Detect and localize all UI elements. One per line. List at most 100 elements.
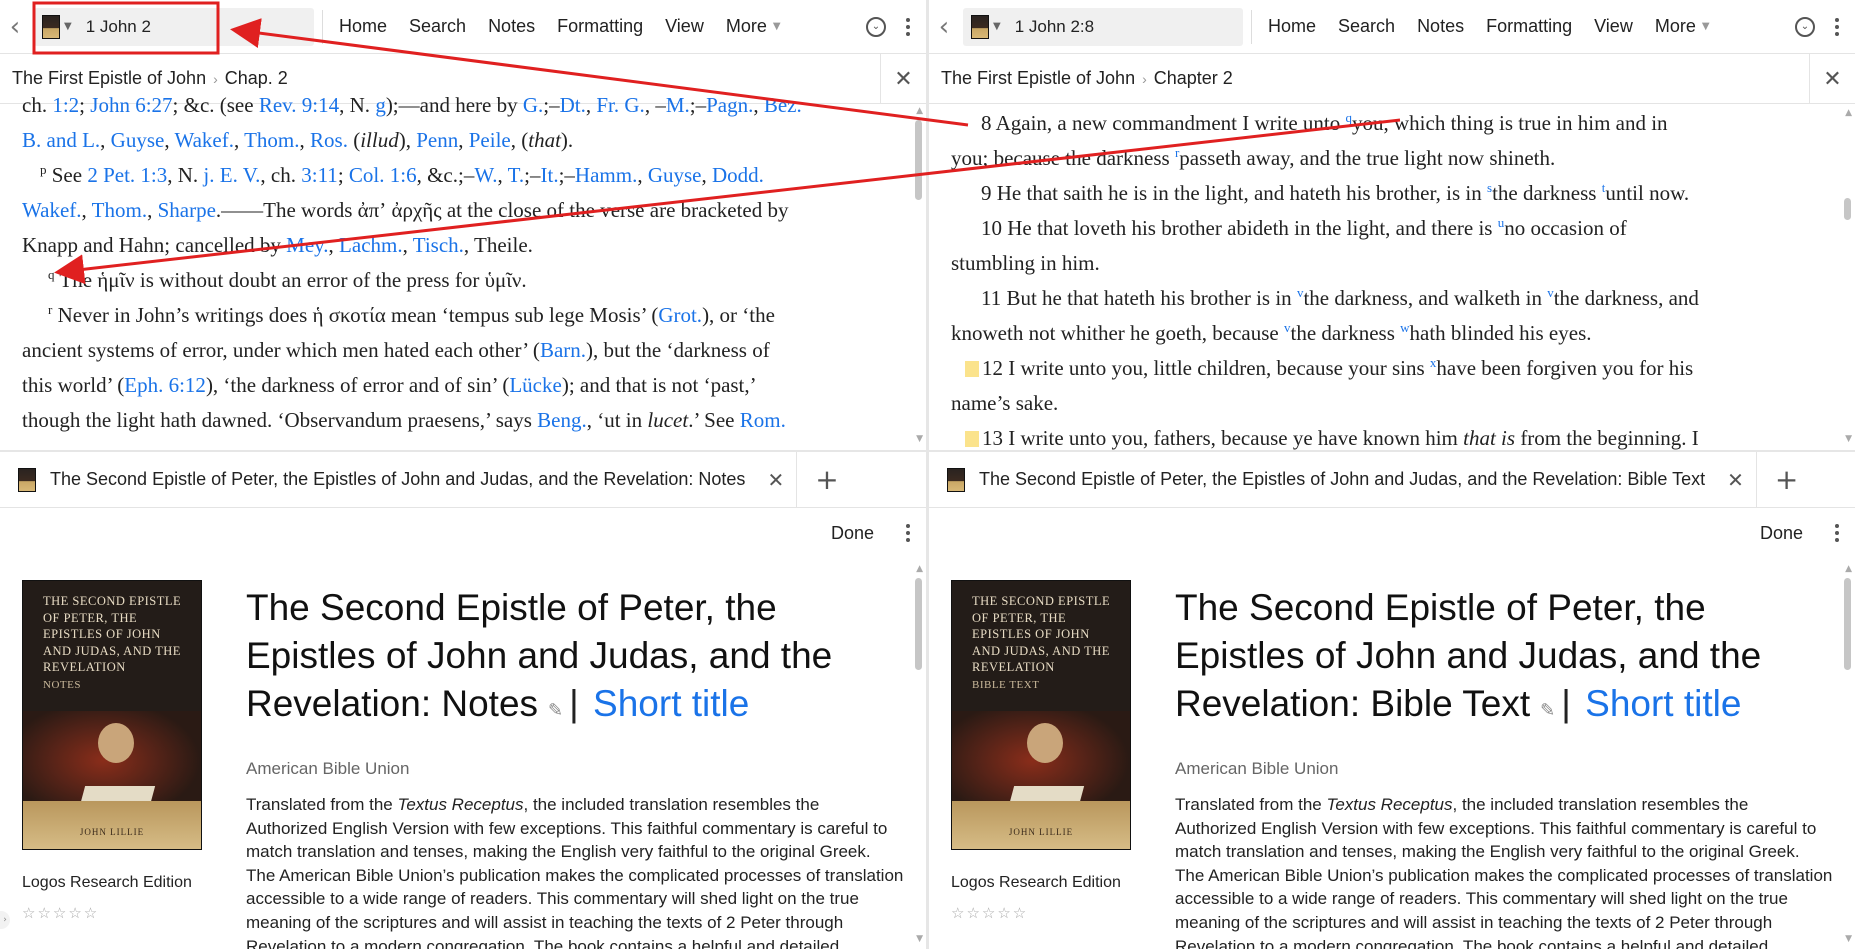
close-icon[interactable]: ✕: [1727, 468, 1744, 492]
ref-link[interactable]: Wakef.: [174, 128, 234, 152]
ref-link[interactable]: Mey.: [286, 233, 328, 257]
more-options-icon[interactable]: [1833, 17, 1841, 36]
rating-stars[interactable]: ☆☆☆☆☆: [22, 904, 99, 922]
ref-link[interactable]: Pagn.: [706, 93, 753, 117]
ref-link[interactable]: Rev. 9:14: [259, 93, 339, 117]
back-arrow-icon[interactable]: ‹: [0, 12, 30, 42]
menu-formatting[interactable]: Formatting: [1486, 16, 1572, 37]
breadcrumb-book[interactable]: The First Epistle of John: [941, 68, 1135, 89]
ref-link[interactable]: Grot.: [658, 303, 702, 327]
reference-box[interactable]: ▼ 1 John 2: [34, 7, 314, 46]
rating-stars[interactable]: ☆☆☆☆☆: [951, 904, 1028, 922]
breadcrumb-book[interactable]: The First Epistle of John: [12, 68, 206, 89]
book-cover-icon[interactable]: [971, 14, 989, 39]
ref-link[interactable]: Ros.: [310, 128, 348, 152]
book-author[interactable]: American Bible Union: [1175, 759, 1833, 779]
scroll-down-icon[interactable]: ▼: [916, 934, 923, 944]
tab-title[interactable]: The Second Epistle of Peter, the Epistle…: [50, 469, 745, 490]
scroll-down-icon[interactable]: ▼: [1845, 434, 1852, 444]
ref-link[interactable]: Guyse: [111, 128, 165, 152]
done-button[interactable]: Done: [1760, 523, 1803, 544]
short-title-link[interactable]: Short title: [593, 683, 749, 724]
add-tab-icon[interactable]: +: [815, 463, 838, 496]
chevron-down-icon[interactable]: ▼: [993, 21, 1001, 32]
ref-link[interactable]: Hamm.: [575, 163, 637, 187]
scroll-up-icon[interactable]: ▲: [1845, 564, 1852, 574]
more-options-icon[interactable]: [904, 524, 912, 542]
ref-link[interactable]: 3:11: [301, 163, 338, 187]
ref-link[interactable]: Thom.: [92, 198, 147, 222]
ref-link[interactable]: 2 Pet. 1:3: [87, 163, 167, 187]
scroll-up-icon[interactable]: ▲: [1845, 108, 1852, 118]
more-options-icon[interactable]: [1833, 524, 1841, 542]
tab-title[interactable]: The Second Epistle of Peter, the Epistle…: [979, 469, 1705, 490]
ref-link[interactable]: Penn: [416, 128, 458, 152]
ref-link[interactable]: W.: [474, 163, 497, 187]
ref-link[interactable]: T.: [508, 163, 525, 187]
ref-link[interactable]: Fr. G.: [596, 93, 644, 117]
ref-link[interactable]: Wakef.: [22, 198, 82, 222]
menu-home[interactable]: Home: [339, 16, 387, 37]
ref-link[interactable]: Thom.: [244, 128, 299, 152]
ref-link[interactable]: Peile: [469, 128, 511, 152]
menu-more[interactable]: More ▼: [1655, 16, 1710, 37]
ref-link[interactable]: Lücke: [509, 373, 561, 397]
scroll-up-icon[interactable]: ▲: [916, 564, 923, 574]
ref-link[interactable]: John 6:27: [90, 93, 172, 117]
breadcrumb-chapter[interactable]: Chap. 2: [225, 68, 288, 89]
scroll-down-icon[interactable]: ▼: [1845, 934, 1852, 944]
ref-link[interactable]: Bez.: [764, 93, 802, 117]
menu-search[interactable]: Search: [409, 16, 466, 37]
tab-bible-text[interactable]: The Second Epistle of Peter, the Epistle…: [929, 452, 1757, 508]
sync-circle-icon[interactable]: ⌄: [866, 16, 886, 37]
menu-home[interactable]: Home: [1268, 16, 1316, 37]
menu-view[interactable]: View: [665, 16, 704, 37]
ref-link[interactable]: Tisch.: [413, 233, 464, 257]
breadcrumb-chapter[interactable]: Chapter 2: [1154, 68, 1233, 89]
ref-link[interactable]: j. E. V.: [203, 163, 260, 187]
pencil-icon[interactable]: ✎: [548, 700, 563, 721]
book-cover-icon[interactable]: [42, 14, 60, 39]
ref-link[interactable]: Rom.: [740, 408, 786, 432]
ref-link[interactable]: Lachm.: [339, 233, 403, 257]
scrollbar[interactable]: [1844, 578, 1851, 670]
expand-panel-icon[interactable]: ›: [0, 911, 10, 929]
add-tab-icon[interactable]: +: [1775, 463, 1798, 496]
reference-input[interactable]: 1 John 2: [86, 17, 151, 37]
menu-more[interactable]: More ▼: [726, 16, 781, 37]
menu-notes[interactable]: Notes: [1417, 16, 1464, 37]
ref-link[interactable]: M.: [666, 93, 690, 117]
reference-box[interactable]: ▼ 1 John 2:8: [963, 7, 1243, 46]
menu-formatting[interactable]: Formatting: [557, 16, 643, 37]
ref-link[interactable]: B. and L.: [22, 128, 100, 152]
pencil-icon[interactable]: ✎: [1540, 700, 1555, 721]
scroll-up-icon[interactable]: ▲: [916, 106, 923, 116]
book-author[interactable]: American Bible Union: [246, 759, 904, 779]
ref-link[interactable]: G.: [523, 93, 543, 117]
ref-link[interactable]: Guyse: [648, 163, 702, 187]
scroll-down-icon[interactable]: ▼: [916, 434, 923, 444]
scrollbar[interactable]: [915, 578, 922, 670]
tab-notes[interactable]: The Second Epistle of Peter, the Epistle…: [0, 452, 798, 508]
scrollbar[interactable]: [1844, 198, 1851, 220]
ref-link[interactable]: It.: [541, 163, 559, 187]
footnote-marker[interactable]: w: [1400, 320, 1409, 335]
short-title-link[interactable]: Short title: [1585, 683, 1741, 724]
menu-notes[interactable]: Notes: [488, 16, 535, 37]
ref-link[interactable]: Eph. 6:12: [124, 373, 206, 397]
ref-link[interactable]: g: [375, 93, 386, 117]
ref-link[interactable]: Col. 1:6: [349, 163, 417, 187]
more-options-icon[interactable]: [904, 17, 912, 36]
highlight-marker[interactable]: [965, 431, 979, 447]
back-arrow-icon[interactable]: ‹: [929, 12, 959, 42]
ref-link[interactable]: Dodd.: [712, 163, 764, 187]
close-icon[interactable]: ✕: [1809, 54, 1855, 104]
chevron-down-icon[interactable]: ▼: [64, 21, 72, 32]
close-icon[interactable]: ✕: [767, 468, 784, 492]
highlight-marker[interactable]: [965, 361, 979, 377]
menu-search[interactable]: Search: [1338, 16, 1395, 37]
ref-link[interactable]: Beng.: [537, 408, 587, 432]
scrollbar[interactable]: [915, 120, 922, 200]
menu-view[interactable]: View: [1594, 16, 1633, 37]
ref-link[interactable]: Barn.: [540, 338, 586, 362]
